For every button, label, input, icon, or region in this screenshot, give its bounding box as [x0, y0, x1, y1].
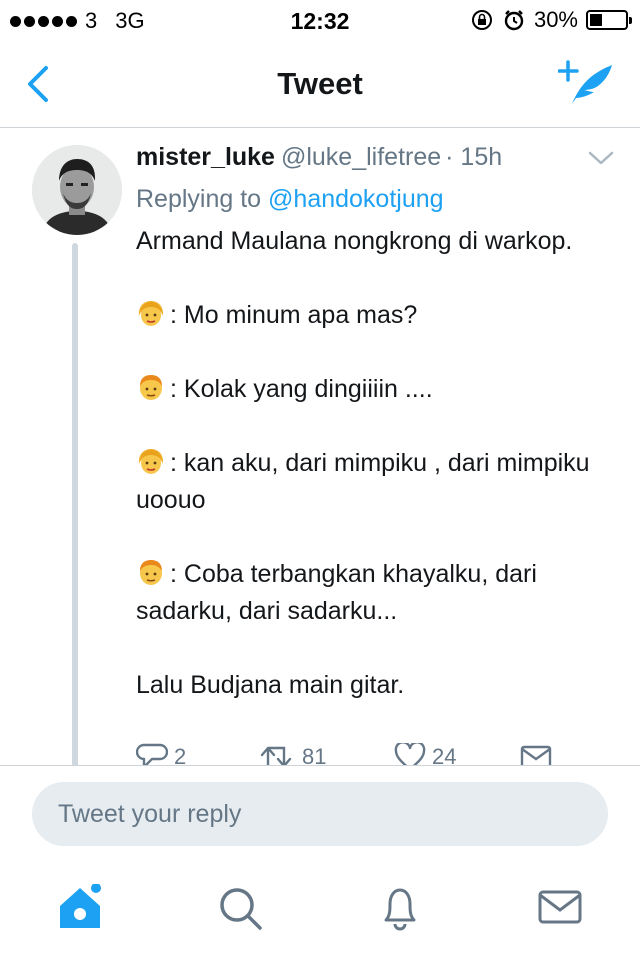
tweet-time: · 15h: [445, 143, 503, 171]
user-handle[interactable]: @luke_lifetree: [281, 143, 441, 171]
tweet-line: : Mo minum apa mas?: [136, 297, 606, 334]
tweet-header: mister_luke @luke_lifetree · 15h: [136, 143, 502, 172]
woman-face-emoji-icon: [138, 301, 164, 326]
tweet[interactable]: mister_luke @luke_lifetree · 15h Replying …: [0, 129, 640, 765]
envelope-icon: [520, 745, 552, 765]
alarm-icon: [504, 10, 524, 31]
thread-line: [72, 243, 78, 765]
avatar[interactable]: [32, 145, 122, 235]
tab-bar: [0, 870, 640, 960]
status-bar: 3 3G 12:32 30%: [0, 0, 640, 40]
replying-to-link[interactable]: @handokotjung: [268, 185, 444, 213]
tweet-line: : kan aku, dari mimpiku , dari mimpiku u…: [136, 445, 606, 519]
retweet-count: 81: [302, 744, 327, 765]
search-icon[interactable]: [216, 884, 264, 932]
rotation-lock-icon: [471, 10, 492, 30]
home-icon[interactable]: [56, 884, 104, 932]
tweet-actions: 2 81 24: [136, 743, 556, 765]
replying-to: Replying to @handokotjung: [136, 185, 444, 214]
reply-button[interactable]: 2: [136, 743, 186, 765]
retweet-button[interactable]: 81: [260, 743, 326, 765]
status-right: 30%: [470, 7, 632, 33]
battery-icon: [586, 10, 632, 30]
battery-percent: 30%: [533, 7, 578, 32]
messages-icon[interactable]: [536, 884, 584, 932]
page-title: Tweet: [277, 66, 363, 101]
reply-count: 2: [174, 744, 187, 765]
notifications-icon[interactable]: [376, 884, 424, 932]
reply-input[interactable]: Tweet your reply: [32, 782, 608, 846]
compose-tweet-icon[interactable]: [558, 60, 614, 108]
like-count: 24: [432, 744, 457, 765]
replying-to-label: Replying to: [136, 185, 262, 213]
share-dm-button[interactable]: [520, 743, 552, 765]
man-face-emoji-icon: [140, 375, 162, 400]
tweet-line: Armand Maulana nongkrong di warkop.: [136, 227, 573, 255]
like-button[interactable]: 24: [394, 743, 456, 765]
reply-icon: [136, 743, 168, 765]
tweet-line: : Coba terbangkan khayalku, dari sadarku…: [136, 556, 606, 630]
man-face-emoji-icon: [140, 560, 162, 585]
woman-face-emoji-icon: [138, 449, 164, 474]
display-name[interactable]: mister_luke: [136, 143, 275, 171]
divider: [0, 765, 640, 766]
tweet-line: : Kolak yang dingiiiin ....: [136, 371, 606, 408]
tweet-line: Lalu Budjana main gitar.: [136, 671, 405, 699]
retweet-icon: [260, 746, 292, 765]
tweet-text: Armand Maulana nongkrong di warkop. : Mo…: [136, 223, 606, 704]
heart-icon: [394, 743, 426, 765]
chevron-down-icon[interactable]: [588, 149, 614, 167]
avatar-portrait-icon: [32, 145, 122, 235]
reply-placeholder: Tweet your reply: [58, 800, 242, 828]
nav-bar: Tweet: [0, 40, 640, 128]
